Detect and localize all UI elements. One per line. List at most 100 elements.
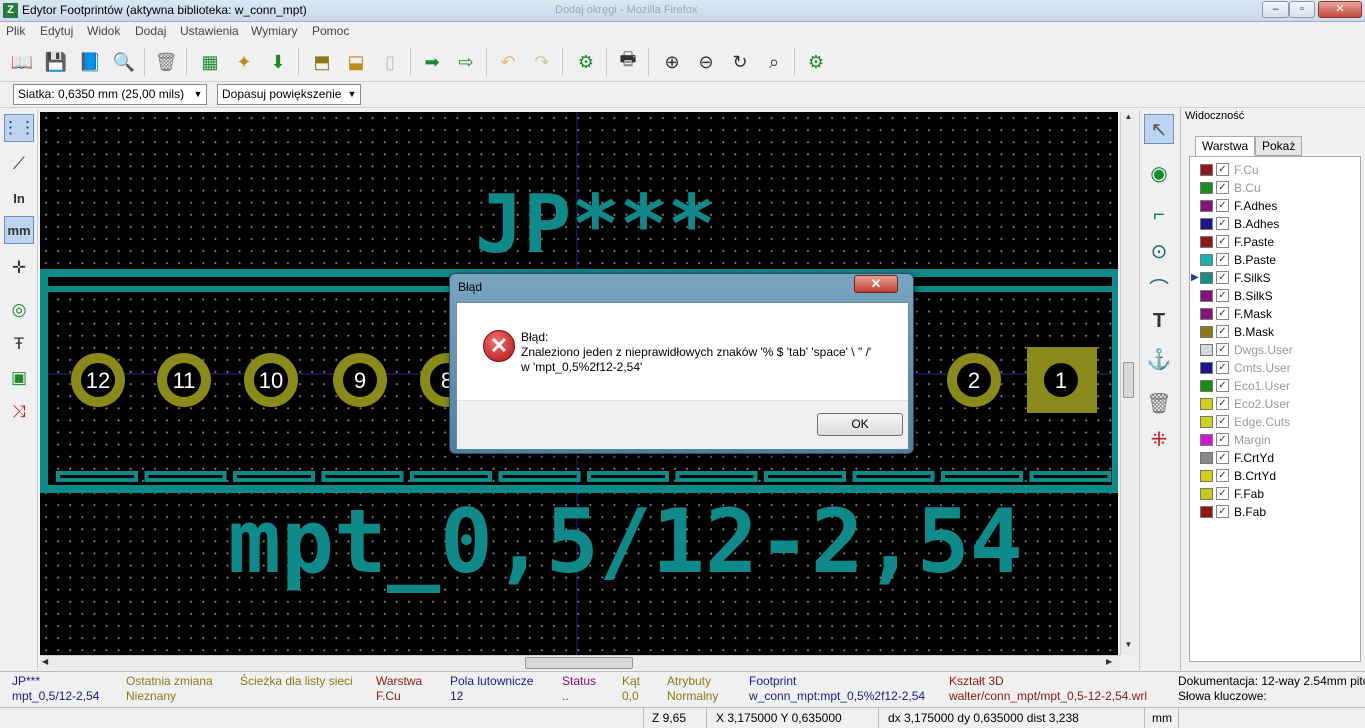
layer-visibility-checkbox[interactable]: ✓	[1216, 469, 1229, 482]
insert-board-icon[interactable]: ⬒	[308, 48, 336, 76]
layer-visibility-checkbox[interactable]: ✓	[1216, 163, 1229, 176]
menu-dodaj[interactable]: Dodaj	[135, 24, 166, 38]
menu-widok[interactable]: Widok	[87, 24, 120, 38]
redraw-icon[interactable]: ↻	[726, 48, 754, 76]
layer-color-swatch[interactable]	[1200, 380, 1213, 392]
layer-color-swatch[interactable]	[1200, 434, 1213, 446]
layer-color-swatch[interactable]	[1200, 164, 1213, 176]
layer-visibility-checkbox[interactable]: ✓	[1216, 397, 1229, 410]
print-icon[interactable]: 🖶	[614, 48, 642, 76]
horizontal-scrollbar[interactable]: ◀ ▶	[40, 655, 1120, 670]
layer-color-swatch[interactable]	[1200, 272, 1213, 284]
layer-color-swatch[interactable]	[1200, 470, 1213, 482]
layer-color-swatch[interactable]	[1200, 182, 1213, 194]
layer-color-swatch[interactable]	[1200, 344, 1213, 356]
tab-pokaz[interactable]: Pokaż	[1255, 136, 1303, 156]
layer-visibility-checkbox[interactable]: ✓	[1216, 271, 1229, 284]
layer-color-swatch[interactable]	[1200, 218, 1213, 230]
layer-visibility-checkbox[interactable]: ✓	[1216, 343, 1229, 356]
menu-edytuj[interactable]: Edytuj	[40, 24, 73, 38]
layer-visibility-checkbox[interactable]: ✓	[1216, 415, 1229, 428]
layer-visibility-checkbox[interactable]: ✓	[1216, 235, 1229, 248]
export-icon[interactable]: ➡	[418, 48, 446, 76]
scroll-down-arrow[interactable]: ▼	[1122, 640, 1135, 654]
layer-row[interactable]: ✓ Cmts.User	[1194, 359, 1358, 377]
grid-origin-icon[interactable]: ⁜	[1144, 424, 1174, 454]
layer-color-swatch[interactable]	[1200, 488, 1213, 500]
layer-row[interactable]: ✓ B.Cu	[1194, 179, 1358, 197]
layer-visibility-checkbox[interactable]: ✓	[1216, 199, 1229, 212]
add-circle-icon[interactable]: ⊙	[1144, 236, 1174, 266]
layer-visibility-checkbox[interactable]: ✓	[1216, 433, 1229, 446]
add-arc-icon[interactable]: ⌒	[1144, 272, 1174, 302]
layer-row[interactable]: ✓ Edge.Cuts	[1194, 413, 1358, 431]
layer-visibility-checkbox[interactable]: ✓	[1216, 451, 1229, 464]
scroll-right-arrow[interactable]: ▶	[1106, 657, 1118, 666]
layer-visibility-checkbox[interactable]: ✓	[1216, 181, 1229, 194]
layer-row[interactable]: ✓ Eco2.User	[1194, 395, 1358, 413]
menu-ustawienia[interactable]: Ustawienia	[180, 24, 239, 38]
layer-visibility-checkbox[interactable]: ✓	[1216, 379, 1229, 392]
layer-visibility-checkbox[interactable]: ✓	[1216, 289, 1229, 302]
zoom-fit-icon[interactable]: ⌕	[760, 48, 788, 76]
layer-color-swatch[interactable]	[1200, 452, 1213, 464]
add-pad-icon[interactable]: ◉	[1144, 158, 1174, 188]
add-line-icon[interactable]: ⌐	[1144, 200, 1174, 230]
text-sketch-icon[interactable]: Ŧ	[4, 330, 34, 358]
grid-toggle-icon[interactable]: ⋮⋮	[2, 114, 36, 142]
add-text-icon[interactable]: T	[1144, 306, 1174, 336]
layer-color-swatch[interactable]	[1200, 362, 1213, 374]
layer-row[interactable]: ✓ Dwgs.User	[1194, 341, 1358, 359]
layer-visibility-checkbox[interactable]: ✓	[1216, 325, 1229, 338]
vertical-scrollbar[interactable]: ▲ ▼	[1120, 112, 1136, 655]
cursor-shape-icon[interactable]: ✛	[4, 254, 34, 282]
layer-row[interactable]: ✓ F.Mask	[1194, 305, 1358, 323]
browse-icon[interactable]: 🔍	[110, 48, 138, 76]
new-footprint-icon[interactable]: 📘	[76, 48, 104, 76]
zoom-select[interactable]: Dopasuj powiększenie ▼	[217, 84, 361, 105]
edge-sketch-icon[interactable]: ▣	[4, 364, 34, 392]
tab-warstwa[interactable]: Warstwa	[1195, 136, 1256, 156]
layer-row[interactable]: ✓ B.Fab	[1194, 503, 1358, 521]
layer-row[interactable]: ✓ Margin	[1194, 431, 1358, 449]
zoom-in-icon[interactable]: ⊕	[658, 48, 686, 76]
maximize-button[interactable]: ▫	[1289, 1, 1315, 18]
menu-wymiary[interactable]: Wymiary	[251, 24, 298, 38]
zoom-out-icon[interactable]: ⊖	[692, 48, 720, 76]
dialog-close-button[interactable]: ✕	[854, 275, 898, 293]
layer-visibility-checkbox[interactable]: ✓	[1216, 505, 1229, 518]
layer-color-swatch[interactable]	[1200, 326, 1213, 338]
mm-units-icon[interactable]: mm	[4, 216, 34, 244]
layer-row[interactable]: ✓ F.CrtYd	[1194, 449, 1358, 467]
layer-color-swatch[interactable]	[1200, 308, 1213, 320]
layer-row[interactable]: ✓ B.Mask	[1194, 323, 1358, 341]
library-icon[interactable]: 📖	[8, 48, 36, 76]
grid-select[interactable]: Siatka: 0,6350 mm (25,00 mils) ▼	[13, 84, 207, 105]
vertical-scroll-thumb[interactable]	[1123, 362, 1134, 398]
export-board-icon[interactable]: ⇨	[452, 48, 480, 76]
layer-row[interactable]: ✓ F.Fab	[1194, 485, 1358, 503]
layer-row[interactable]: ▶ ✓ F.SilkS	[1191, 269, 1358, 287]
layer-row[interactable]: ✓ Eco1.User	[1194, 377, 1358, 395]
menu-plik[interactable]: Plik	[6, 24, 25, 38]
layer-color-swatch[interactable]	[1200, 416, 1213, 428]
pad-sketch-icon[interactable]: ◎	[4, 296, 34, 324]
layer-visibility-checkbox[interactable]: ✓	[1216, 361, 1229, 374]
import-icon[interactable]: ⬇	[264, 48, 292, 76]
layer-row[interactable]: ✓ F.Adhes	[1194, 197, 1358, 215]
select-tool-icon[interactable]: ↖	[1144, 114, 1174, 144]
layer-row[interactable]: ✓ B.SilkS	[1194, 287, 1358, 305]
load-board-icon[interactable]: ▦	[196, 48, 224, 76]
polar-coords-icon[interactable]: ⟋	[4, 150, 34, 178]
delete-icon[interactable]: 🗑	[152, 48, 180, 76]
save-library-icon[interactable]: 💾	[42, 48, 70, 76]
inch-units-icon[interactable]: In	[4, 184, 34, 212]
layer-color-swatch[interactable]	[1200, 254, 1213, 266]
check-icon[interactable]: ▯	[376, 48, 404, 76]
undo-icon[interactable]: ↶	[494, 48, 522, 76]
anchor-icon[interactable]: ⚓	[1144, 344, 1174, 374]
delete-tool-icon[interactable]: 🗑	[1144, 388, 1174, 418]
wizard-icon[interactable]: ✦	[230, 48, 258, 76]
layer-color-swatch[interactable]	[1200, 236, 1213, 248]
layer-visibility-checkbox[interactable]: ✓	[1216, 217, 1229, 230]
